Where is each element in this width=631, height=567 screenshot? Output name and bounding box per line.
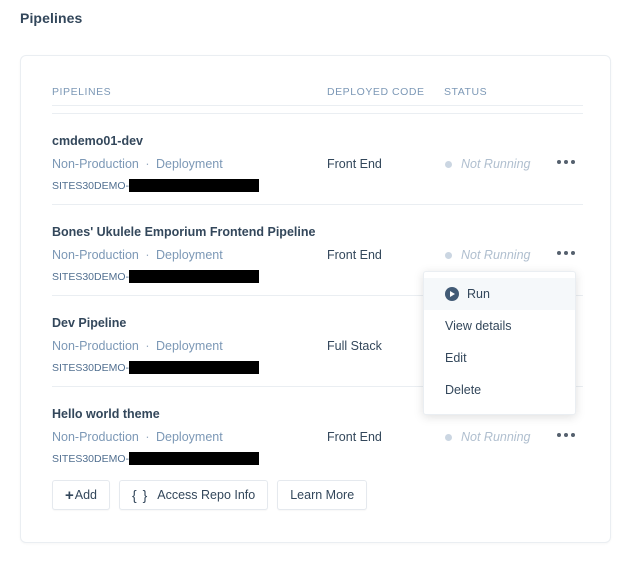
repo-prefix: SITES30DEMO- [52, 270, 130, 283]
pipeline-environment: Non-Production [52, 157, 139, 171]
column-header-status: STATUS [444, 86, 488, 98]
pipeline-meta: Non-Production · Deployment [52, 430, 223, 444]
learn-more-label: Learn More [290, 488, 355, 502]
kebab-menu-icon [557, 433, 575, 437]
repo-prefix: SITES30DEMO- [52, 452, 130, 465]
redaction-bar [129, 361, 260, 374]
status-dot-icon [445, 160, 452, 168]
meta-separator: · [145, 157, 150, 171]
repo-prefix: SITES30DEMO- [52, 361, 130, 374]
pipeline-repo: SITES30DEMO- [52, 361, 260, 374]
meta-separator: · [145, 248, 150, 262]
redaction-bar [129, 452, 260, 465]
pipeline-type: Deployment [156, 248, 223, 262]
card-footer-actions: + Add { } Access Repo Info Learn More [52, 480, 368, 510]
meta-separator: · [145, 339, 150, 353]
status-label: Not Running [461, 430, 531, 444]
menu-item-run-label: Run [467, 287, 490, 301]
meta-separator: · [145, 430, 150, 444]
page-title: Pipelines [20, 10, 83, 26]
plus-icon: + [65, 486, 74, 504]
learn-more-button[interactable]: Learn More [277, 480, 368, 510]
status-cell: Not Running [445, 430, 531, 444]
play-icon [445, 287, 459, 301]
status-cell: Not Running [445, 157, 531, 171]
table-header: PIPELINES DEPLOYED CODE STATUS [52, 56, 583, 114]
pipeline-type: Deployment [156, 339, 223, 353]
status-label: Not Running [461, 248, 531, 262]
pipeline-type: Deployment [156, 430, 223, 444]
deployed-code-value: Full Stack [327, 339, 382, 353]
status-cell: Not Running [445, 248, 531, 262]
pipeline-name: Hello world theme [52, 407, 160, 421]
redaction-bar [129, 270, 260, 283]
menu-item-edit[interactable]: Edit [424, 342, 575, 374]
access-repo-info-button[interactable]: { } Access Repo Info [119, 480, 269, 510]
add-button-label: Add [74, 488, 98, 502]
menu-item-edit-label: Edit [445, 351, 467, 365]
column-header-pipelines: PIPELINES [52, 86, 112, 98]
menu-item-delete-label: Delete [445, 383, 482, 397]
row-kebab-menu-button[interactable] [557, 244, 583, 262]
pipeline-name: Dev Pipeline [52, 316, 127, 330]
pipeline-name: cmdemo01-dev [52, 134, 144, 148]
status-dot-icon [445, 433, 452, 441]
deployed-code-value: Front End [327, 430, 382, 444]
menu-item-view-details[interactable]: View details [424, 310, 575, 342]
pipeline-name: Bones' Ukulele Emporium Frontend Pipelin… [52, 225, 316, 239]
repo-prefix: SITES30DEMO- [52, 179, 130, 192]
row-kebab-menu-button[interactable] [557, 426, 583, 444]
access-repo-info-label: Access Repo Info [157, 488, 256, 502]
pipeline-repo: SITES30DEMO- [52, 270, 260, 283]
menu-item-view-details-label: View details [445, 319, 512, 333]
table-row[interactable]: cmdemo01-dev Non-Production · Deployment… [52, 114, 583, 205]
header-divider-top [52, 105, 583, 106]
pipeline-repo: SITES30DEMO- [52, 452, 260, 465]
redaction-bar [129, 179, 260, 192]
status-dot-icon [445, 251, 452, 259]
row-kebab-menu-button[interactable] [557, 153, 583, 171]
code-braces-icon: { } [132, 487, 149, 503]
add-button[interactable]: + Add [52, 480, 111, 510]
kebab-menu-icon [557, 160, 575, 164]
pipeline-environment: Non-Production [52, 430, 139, 444]
pipeline-meta: Non-Production · Deployment [52, 248, 223, 262]
deployed-code-value: Front End [327, 248, 382, 262]
status-label: Not Running [461, 157, 531, 171]
pipeline-meta: Non-Production · Deployment [52, 157, 223, 171]
pipeline-type: Deployment [156, 157, 223, 171]
pipeline-environment: Non-Production [52, 248, 139, 262]
kebab-menu-icon [557, 251, 575, 255]
menu-item-run[interactable]: Run [424, 278, 575, 310]
pipeline-repo: SITES30DEMO- [52, 179, 260, 192]
row-context-menu: Run View details Edit Delete [423, 271, 576, 415]
column-header-deployed-code: DEPLOYED CODE [327, 86, 425, 98]
pipeline-meta: Non-Production · Deployment [52, 339, 223, 353]
menu-item-delete[interactable]: Delete [424, 374, 575, 406]
pipeline-environment: Non-Production [52, 339, 139, 353]
deployed-code-value: Front End [327, 157, 382, 171]
